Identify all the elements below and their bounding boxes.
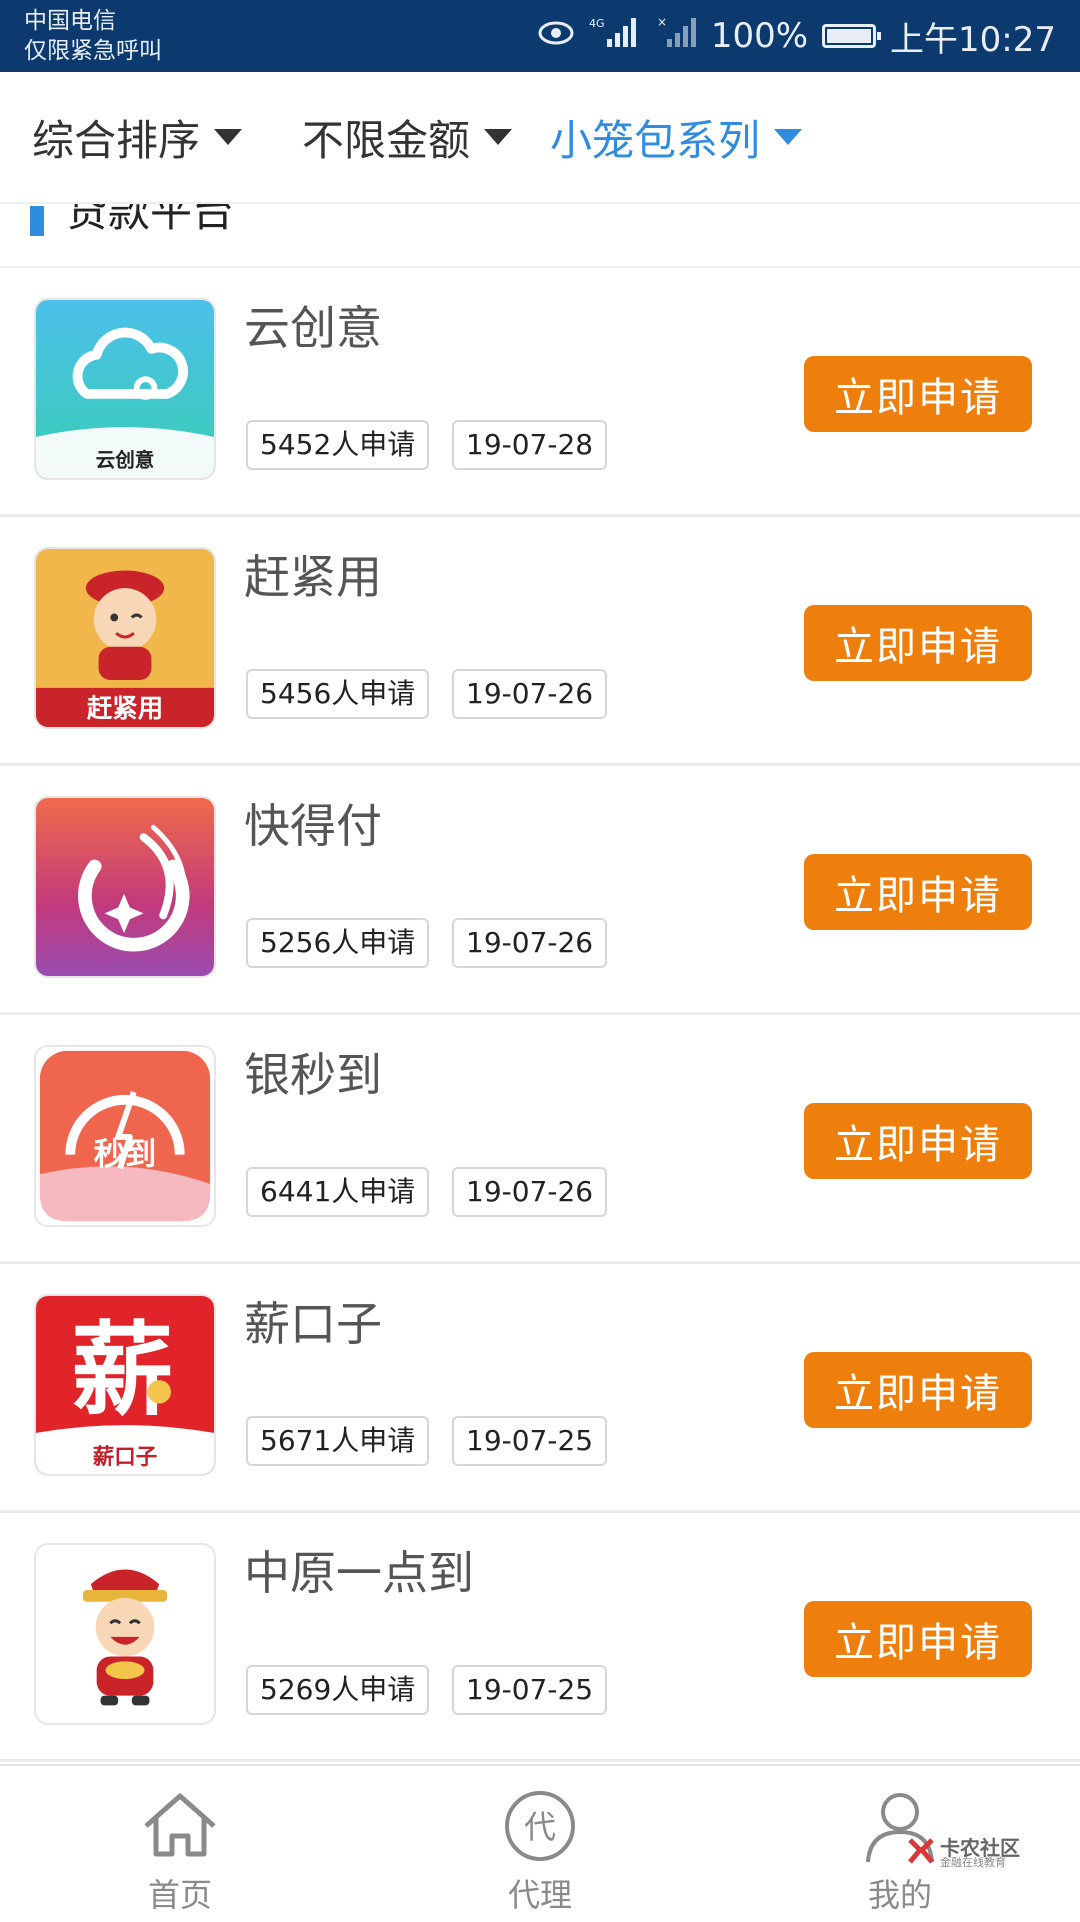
caret-down-icon xyxy=(774,129,803,145)
swirl-star-logo-icon xyxy=(34,796,216,978)
nav-agent-label: 代理 xyxy=(507,1876,572,1914)
nav-home[interactable]: 首页 xyxy=(80,1766,280,1922)
filter-series[interactable]: 小笼包系列 xyxy=(550,72,803,202)
logo-text: 云创意 xyxy=(96,448,155,471)
list-item[interactable]: 快得付 5256人申请 19-07-26 立即申请 xyxy=(0,766,1080,1015)
applicant-count: 5456人申请 xyxy=(246,669,430,719)
item-date: 19-07-26 xyxy=(452,918,608,968)
filter-sort[interactable]: 综合排序 xyxy=(32,72,243,202)
fortune-god-logo-icon xyxy=(34,1543,216,1725)
filter-amount[interactable]: 不限金额 xyxy=(302,72,513,202)
nav-home-label: 首页 xyxy=(147,1876,212,1914)
list-item[interactable]: 薪 薪口子 薪口子 5671人申请 19-07-25 立即申请 xyxy=(0,1264,1080,1513)
section-title: 贷款平台 xyxy=(66,204,235,236)
item-date: 19-07-25 xyxy=(452,1665,608,1715)
apply-button[interactable]: 立即申请 xyxy=(804,1103,1032,1179)
item-name: 薪口子 xyxy=(244,1297,382,1351)
battery-icon xyxy=(822,24,882,48)
item-date: 19-07-25 xyxy=(452,1416,608,1466)
status-bar: 中国电信 仅限紧急呼叫 4G × 100% 上午10:27 xyxy=(0,0,1080,72)
svg-text:×: × xyxy=(657,15,667,29)
list-item[interactable]: 云创意 云创意 5452人申请 19-07-28 立即申请 xyxy=(0,268,1080,517)
nav-me-label: 我的 xyxy=(867,1876,932,1914)
apply-button[interactable]: 立即申请 xyxy=(804,605,1032,681)
apply-button[interactable]: 立即申请 xyxy=(804,854,1032,930)
filter-amount-label: 不限金额 xyxy=(302,115,471,165)
filter-series-label: 小笼包系列 xyxy=(550,115,761,165)
xin-character-logo-icon: 薪 薪口子 xyxy=(34,1294,216,1476)
apply-button[interactable]: 立即申请 xyxy=(804,1352,1032,1428)
item-date: 19-07-26 xyxy=(452,1167,608,1217)
signal-no-sim-icon: × xyxy=(657,15,697,58)
list-item[interactable]: 中原一点到 5269人申请 19-07-25 立即申请 xyxy=(0,1513,1080,1762)
watermark-subtitle: 金融在线教育 xyxy=(940,1856,1006,1869)
signal-4g-text: 4G xyxy=(589,17,605,30)
home-icon xyxy=(140,1788,220,1864)
section-header: 贷款平台 xyxy=(0,204,1080,269)
logo-text: 薪口子 xyxy=(93,1444,158,1470)
loan-list: 云创意 云创意 5452人申请 19-07-28 立即申请 赶紧用 赶紧用 54… xyxy=(0,268,1080,1762)
item-date: 19-07-26 xyxy=(452,669,608,719)
nav-agent[interactable]: 代 代理 xyxy=(440,1766,640,1922)
cloud-logo-icon: 云创意 xyxy=(34,298,216,480)
section-accent-bar xyxy=(30,206,44,236)
apply-button[interactable]: 立即申请 xyxy=(804,1601,1032,1677)
watermark: 卡农社区 金融在线教育 xyxy=(906,1832,1036,1874)
carrier-name: 中国电信 xyxy=(24,8,116,34)
applicant-count: 5256人申请 xyxy=(246,918,430,968)
applicant-count: 5671人申请 xyxy=(246,1416,430,1466)
carrier-info: 中国电信 仅限紧急呼叫 xyxy=(24,6,162,66)
battery-fill xyxy=(827,29,872,43)
filter-bar: 综合排序 不限金额 小笼包系列 xyxy=(0,72,1080,204)
logo-text: 秒到 xyxy=(94,1136,157,1172)
applicant-count: 5269人申请 xyxy=(246,1665,430,1715)
apply-button[interactable]: 立即申请 xyxy=(804,356,1032,432)
item-date: 19-07-28 xyxy=(452,420,608,470)
caret-down-icon xyxy=(484,129,513,145)
applicant-count: 6441人申请 xyxy=(246,1167,430,1217)
logo-char: 薪 xyxy=(71,1312,173,1430)
item-name: 赶紧用 xyxy=(244,550,382,604)
item-name: 快得付 xyxy=(244,799,382,853)
watermark-logo-icon xyxy=(906,1836,936,1866)
cartoon-boy-logo-icon: 赶紧用 xyxy=(34,547,216,729)
list-item[interactable]: 赶紧用 赶紧用 5456人申请 19-07-26 立即申请 xyxy=(0,517,1080,766)
list-item[interactable]: 秒到 银秒到 6441人申请 19-07-26 立即申请 xyxy=(0,1015,1080,1264)
applicant-count: 5452人申请 xyxy=(246,420,430,470)
agent-icon: 代 xyxy=(500,1788,580,1864)
filter-sort-label: 综合排序 xyxy=(32,115,201,165)
speedometer-logo-icon: 秒到 xyxy=(34,1045,216,1227)
agent-icon-char: 代 xyxy=(524,1808,556,1846)
item-name: 中原一点到 xyxy=(244,1546,474,1600)
signal-4g-icon: 4G xyxy=(589,15,643,58)
item-name: 云创意 xyxy=(244,301,382,355)
emergency-only-label: 仅限紧急呼叫 xyxy=(24,38,162,64)
clock: 上午10:27 xyxy=(890,19,1056,60)
item-name: 银秒到 xyxy=(244,1048,382,1102)
battery-percent: 100% xyxy=(710,16,809,56)
logo-text: 赶紧用 xyxy=(87,693,163,723)
caret-down-icon xyxy=(214,129,243,145)
status-icons: 4G × 100% 上午10:27 xyxy=(537,0,1056,72)
eye-icon xyxy=(537,16,575,56)
